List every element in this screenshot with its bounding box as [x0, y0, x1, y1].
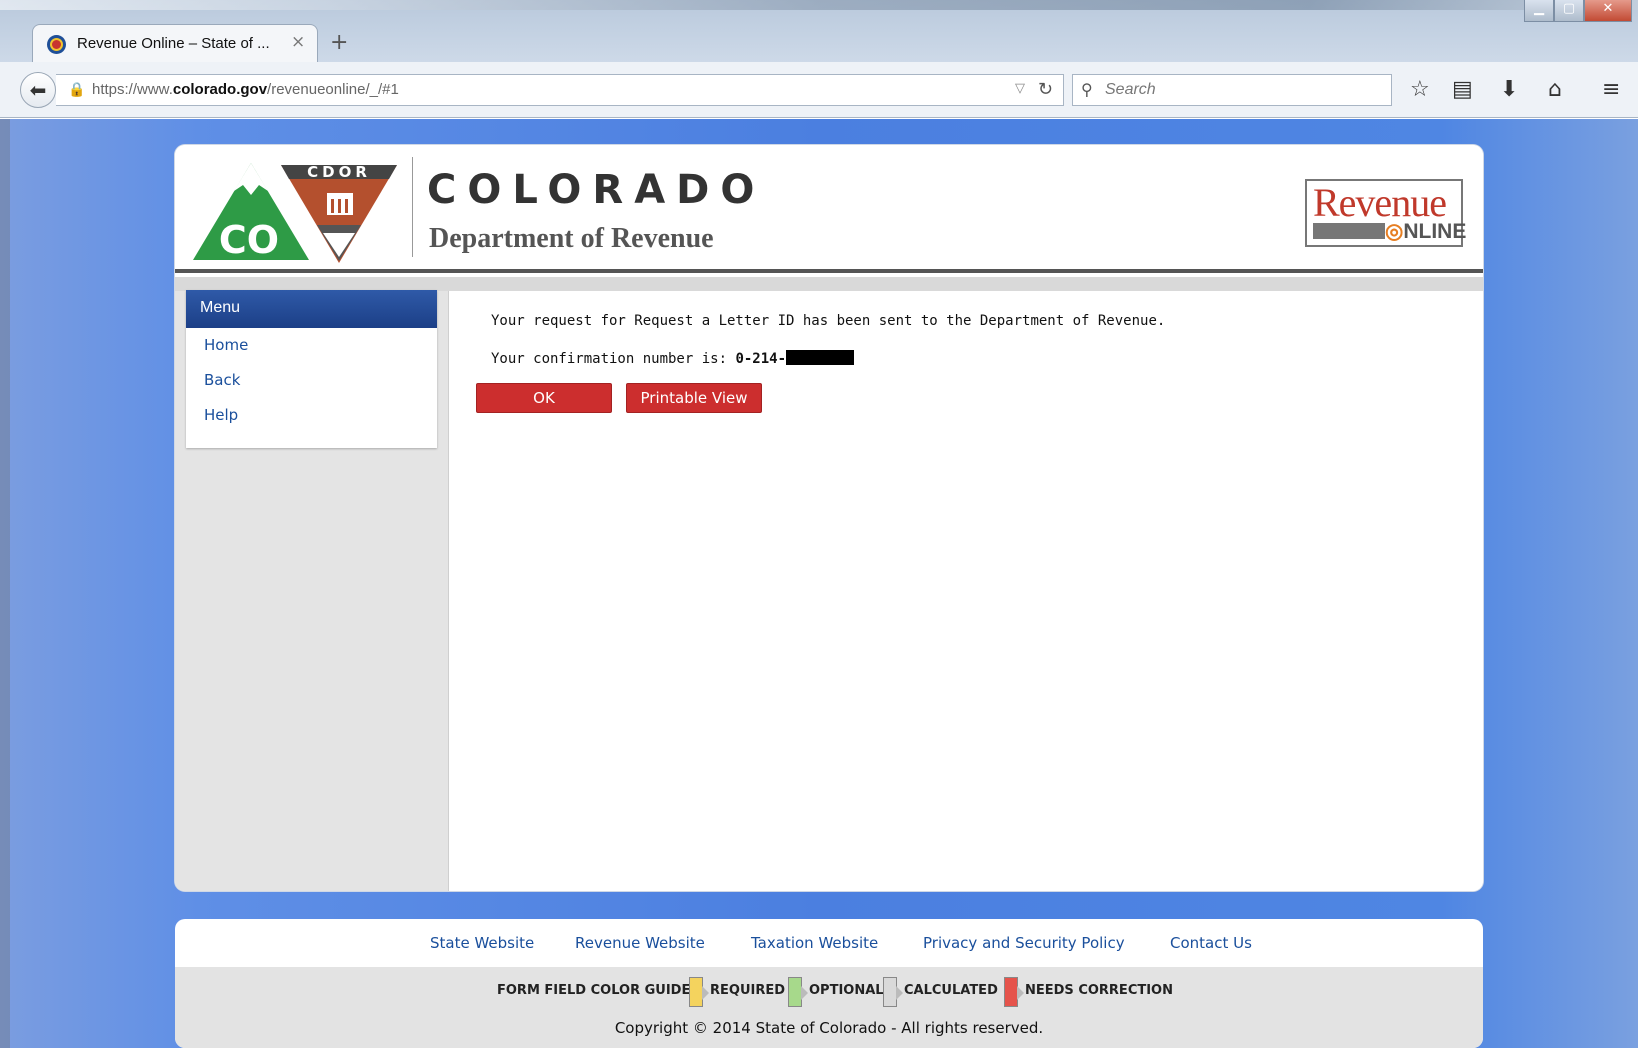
tab-close-icon[interactable]: ×	[291, 32, 305, 52]
url-path: /revenueonline/_/#1	[267, 81, 399, 98]
close-icon: ✕	[1602, 1, 1614, 16]
download-icon[interactable]: ⬇	[1500, 76, 1518, 104]
menu-title: Menu	[186, 290, 437, 328]
online-o-icon: ◎	[1385, 220, 1404, 243]
cdor-logo: CO CDOR	[193, 163, 397, 263]
optional-swatch-icon	[788, 977, 808, 1007]
menu-item-home[interactable]: Home	[186, 328, 437, 363]
page-edge	[0, 119, 10, 1048]
url-domain: colorado.gov	[172, 81, 268, 98]
logo-co-text: CO	[219, 218, 279, 262]
search-input[interactable]: ⚲ Search	[1072, 74, 1392, 106]
url-bar[interactable]: 🔒 https://www.colorado.gov/revenueonline…	[56, 74, 1064, 106]
browser-navbar: ⬅ 🔒 https://www.colorado.gov/revenueonli…	[0, 62, 1638, 118]
footer-link-state-website[interactable]: State Website	[430, 934, 534, 952]
page-background: CO CDOR COLORADO Department of Revenue R…	[0, 119, 1638, 1048]
confirmation-line: Your confirmation number is: 0-214-	[491, 350, 855, 367]
search-icon: ⚲	[1081, 80, 1093, 99]
url-prefix: https://www.	[92, 81, 173, 98]
ok-button[interactable]: OK	[476, 383, 612, 413]
site-header: CO CDOR COLORADO Department of Revenue R…	[175, 145, 1483, 273]
calculated-swatch-icon	[883, 977, 903, 1007]
titlebar-gradient	[0, 0, 1638, 10]
url-dropdown-icon[interactable]: ▽	[1015, 81, 1025, 96]
guide-calculated: CALCULATED	[904, 983, 998, 998]
color-guide-label: FORM FIELD COLOR GUIDE:	[497, 983, 696, 998]
back-arrow-icon[interactable]: ⬅	[20, 72, 56, 108]
search-placeholder: Search	[1105, 81, 1156, 98]
browser-tab[interactable]: Revenue Online – State of ... ×	[32, 24, 318, 64]
bookmark-star-icon[interactable]: ☆	[1410, 76, 1430, 104]
menu-item-back[interactable]: Back	[186, 363, 437, 398]
browser-titlebar: Revenue Online – State of ... × + ▁ ▢ ✕	[0, 0, 1638, 64]
body-strip	[175, 277, 1483, 291]
footer-link-contact-us[interactable]: Contact Us	[1170, 934, 1252, 952]
confirmation-label: Your confirmation number is:	[491, 351, 736, 367]
lock-icon: 🔒	[68, 82, 86, 98]
redaction-block	[786, 350, 855, 365]
footer-link-revenue-website[interactable]: Revenue Website	[575, 934, 705, 952]
required-swatch-icon	[689, 977, 709, 1007]
revenue-online-logo: Revenue ◎NLINE	[1305, 179, 1466, 247]
logo-cdor-text: CDOR	[307, 163, 371, 181]
new-tab-icon[interactable]: +	[330, 30, 348, 55]
window-controls: ▁ ▢ ✕	[1524, 0, 1632, 24]
tab-title: Revenue Online – State of ...	[77, 35, 270, 52]
printable-view-button[interactable]: Printable View	[626, 383, 762, 413]
footer-links: State Website Revenue Website Taxation W…	[175, 919, 1483, 967]
footer-link-privacy-policy[interactable]: Privacy and Security Policy	[923, 934, 1125, 952]
revenue-logo-online-text: NLINE	[1403, 220, 1467, 243]
menu-panel: Menu Home Back Help	[186, 290, 437, 448]
menu-icon[interactable]: ≡	[1602, 76, 1620, 104]
revenue-logo-online: ◎NLINE	[1385, 219, 1466, 244]
needs-correction-swatch-icon	[1004, 977, 1024, 1007]
confirmation-number: 0-214-	[735, 351, 787, 367]
close-window-button[interactable]: ✕	[1584, 0, 1632, 22]
department-name: Department of Revenue	[429, 223, 714, 254]
home-icon[interactable]: ⌂	[1548, 76, 1562, 104]
request-message: Your request for Request a Letter ID has…	[491, 313, 1166, 329]
revenue-logo-bar	[1313, 223, 1385, 239]
colorado-favicon-icon	[47, 35, 66, 54]
maximize-button[interactable]: ▢	[1554, 0, 1584, 22]
main-content: Your request for Request a Letter ID has…	[448, 291, 1483, 891]
state-name: COLORADO	[427, 167, 766, 213]
copyright: Copyright © 2014 State of Colorado - All…	[614, 1019, 1044, 1037]
footer-color-guide: FORM FIELD COLOR GUIDE: REQUIRED OPTIONA…	[175, 967, 1483, 1048]
reading-list-icon[interactable]: ▤	[1452, 76, 1473, 104]
url-text: https://www.colorado.gov/revenueonline/_…	[92, 81, 399, 98]
footer: State Website Revenue Website Taxation W…	[175, 919, 1483, 1048]
menu-item-help[interactable]: Help	[186, 398, 437, 433]
maximize-icon: ▢	[1562, 1, 1576, 16]
logo-divider	[412, 157, 413, 257]
footer-link-taxation-website[interactable]: Taxation Website	[751, 934, 878, 952]
minimize-button[interactable]: ▁	[1524, 0, 1554, 22]
guide-required: REQUIRED	[710, 983, 786, 998]
reload-icon[interactable]: ↻	[1038, 79, 1053, 100]
main-card: CO CDOR COLORADO Department of Revenue R…	[175, 145, 1483, 891]
guide-optional: OPTIONAL	[809, 983, 884, 998]
guide-needs-correction: NEEDS CORRECTION	[1025, 983, 1173, 998]
minimize-icon: ▁	[1534, 1, 1544, 16]
